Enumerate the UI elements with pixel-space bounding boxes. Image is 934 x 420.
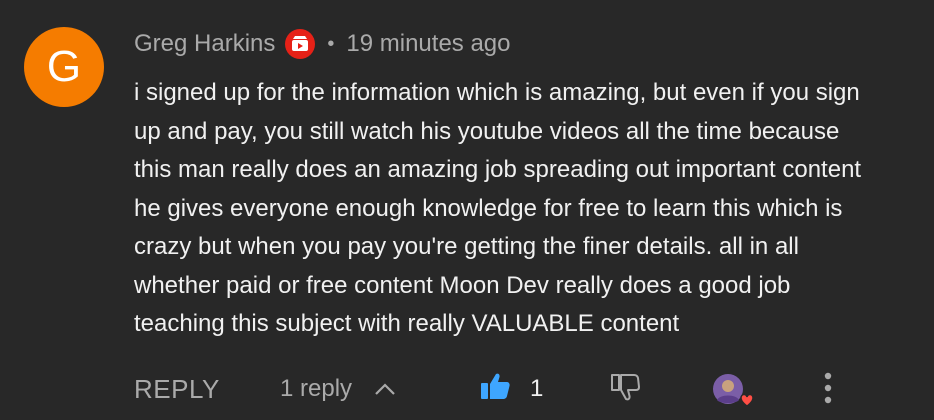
- separator-dot: •: [327, 32, 335, 55]
- comment-actions: REPLY 1 reply 1: [134, 368, 934, 410]
- avatar[interactable]: G: [24, 27, 104, 107]
- creator-heart-icon: [712, 372, 754, 412]
- replies-label: 1 reply: [280, 375, 353, 402]
- replies-toggle[interactable]: 1 reply: [280, 368, 396, 410]
- author-name[interactable]: Greg Harkins: [134, 30, 275, 58]
- thumbs-up-icon: [480, 372, 510, 407]
- reply-button[interactable]: REPLY: [134, 374, 220, 405]
- membership-badge-icon: [285, 29, 316, 59]
- chevron-up-icon: [374, 382, 396, 396]
- thumbs-down-icon[interactable]: [610, 372, 640, 409]
- like-count: 1: [530, 375, 544, 402]
- like-button[interactable]: 1: [480, 368, 543, 410]
- comment-text: i signed up for the information which is…: [134, 79, 862, 337]
- more-vert-icon[interactable]: [824, 372, 832, 411]
- timestamp[interactable]: 19 minutes ago: [346, 30, 510, 58]
- comment-header: Greg Harkins • 19 minutes ago: [134, 27, 511, 61]
